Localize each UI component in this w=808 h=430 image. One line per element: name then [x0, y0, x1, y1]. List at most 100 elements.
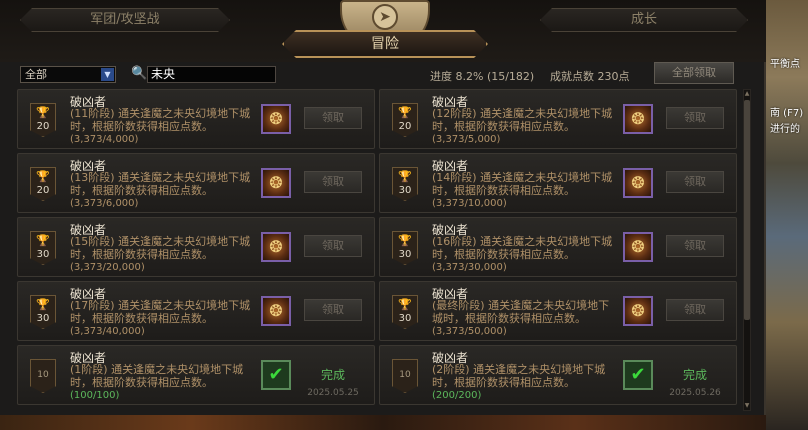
achievement-desc: (12阶段) 通关逢魔之未央幻境地下城时，根据阶数获得相应点数。	[432, 107, 613, 133]
points-badge: 🏆 30	[392, 167, 418, 201]
badge-points: 30	[36, 313, 50, 324]
scrollbar[interactable]: ▲ ▼	[743, 89, 751, 411]
achievement-progress: (3,373/40,000)	[70, 326, 145, 337]
achievement-progress: (3,373/50,000)	[432, 326, 507, 337]
compass-icon: ➤	[372, 4, 398, 30]
badge-points: 30	[398, 185, 412, 196]
points-badge: 10	[30, 359, 56, 393]
achievement-desc: (16阶段) 通关逢魔之未央幻境地下城时，根据阶数获得相应点数。	[432, 235, 613, 261]
achievement-card: 🏆 30 破凶者 (最终阶段) 通关逢魔之未央幻境地下城时，根据阶数获得相应点数。 (3…	[379, 281, 737, 341]
achievement-progress: (3,373/5,000)	[432, 134, 501, 145]
checkmark-icon: ✔	[623, 360, 653, 390]
achievement-window: 军团/攻坚战 ➤ 冒险 成长 全部 ▼ 🔍 未央 进度 8.2% (15/182…	[0, 0, 766, 430]
achievement-progress: (3,373/6,000)	[70, 198, 139, 209]
reward-icon[interactable]: ❂	[623, 168, 653, 198]
points-badge: 🏆 30	[392, 231, 418, 265]
badge-points: 30	[36, 249, 50, 260]
scroll-down-icon[interactable]: ▼	[744, 402, 750, 410]
tab-growth[interactable]: 成长	[540, 8, 748, 32]
achievement-desc: (17阶段) 通关逢魔之未央幻境地下城时，根据阶数获得相应点数。	[70, 299, 251, 325]
reward-icon[interactable]: ❂	[623, 104, 653, 134]
claim-button[interactable]: 领取	[304, 299, 362, 321]
achievement-desc: (13阶段) 通关逢魔之未央幻境地下城时，根据阶数获得相应点数。	[70, 171, 251, 197]
achievement-desc: (2阶段) 通关逢魔之未央幻境地下城时，根据阶数获得相应点数。	[432, 363, 606, 389]
badge-points: 30	[398, 313, 412, 324]
claim-button[interactable]: 领取	[304, 235, 362, 257]
completed-date: 2025.05.26	[669, 388, 721, 398]
achievement-progress: (3,373/30,000)	[432, 262, 507, 273]
achievement-card: 🏆 30 破凶者 (14阶段) 通关逢魔之未央幻境地下城时，根据阶数获得相应点数。 (3…	[379, 153, 737, 213]
badge-points: 20	[398, 121, 412, 132]
claim-button[interactable]: 领取	[666, 299, 724, 321]
trophy-icon: 🏆	[398, 298, 412, 311]
achievement-card: 🏆 20 破凶者 (13阶段) 通关逢魔之未央幻境地下城时，根据阶数获得相应点数。 (3…	[17, 153, 375, 213]
achievement-card: 🏆 20 破凶者 (11阶段) 通关逢魔之未央幻境地下城时，根据阶数获得相应点数。 (3…	[17, 89, 375, 149]
claim-all-button[interactable]: 全部领取	[654, 62, 734, 84]
trophy-icon: 🏆	[36, 170, 50, 183]
achievement-progress: (3,373/4,000)	[70, 134, 139, 145]
claim-button[interactable]: 领取	[666, 171, 724, 193]
achievement-card: 🏆 30 破凶者 (17阶段) 通关逢魔之未央幻境地下城时，根据阶数获得相应点数。 (3…	[17, 281, 375, 341]
points-badge: 🏆 20	[30, 103, 56, 137]
claim-button[interactable]: 领取	[666, 235, 724, 257]
side-text: 进行的	[770, 124, 800, 135]
claim-button[interactable]: 领取	[304, 107, 362, 129]
achievement-progress: (3,373/20,000)	[70, 262, 145, 273]
trophy-icon: 🏆	[398, 106, 412, 119]
points-label: 成就点数	[550, 70, 594, 83]
reward-icon[interactable]: ❂	[261, 168, 291, 198]
filter-dropdown[interactable]: 全部 ▼	[20, 66, 116, 83]
achievement-card: 🏆 30 破凶者 (15阶段) 通关逢魔之未央幻境地下城时，根据阶数获得相应点数。 (3…	[17, 217, 375, 277]
achievement-desc: (最终阶段) 通关逢魔之未央幻境地下城时，根据阶数获得相应点数。	[432, 299, 610, 325]
achievement-card: 🏆 20 破凶者 (12阶段) 通关逢魔之未央幻境地下城时，根据阶数获得相应点数。 (3…	[379, 89, 737, 149]
points-badge: 🏆 20	[30, 167, 56, 201]
search-input[interactable]: 未央	[147, 66, 276, 83]
tab-adventure[interactable]: 冒险	[282, 30, 488, 58]
points-badge: 🏆 30	[30, 295, 56, 329]
game-hud-strip	[0, 415, 766, 430]
trophy-icon: 🏆	[36, 298, 50, 311]
points-badge: 🏆 20	[392, 103, 418, 137]
claim-button[interactable]: 领取	[304, 171, 362, 193]
reward-icon[interactable]: ❂	[623, 296, 653, 326]
trophy-icon: 🏆	[398, 234, 412, 247]
points-badge: 10	[392, 359, 418, 393]
progress-readout: 进度 8.2% (15/182)	[430, 68, 534, 84]
side-text: 南 (F7)	[770, 108, 804, 119]
achievement-list: 🏆 20 破凶者 (11阶段) 通关逢魔之未央幻境地下城时，根据阶数获得相应点数。 (3…	[17, 89, 740, 411]
points-readout: 成就点数 230点	[550, 68, 630, 84]
chevron-down-icon[interactable]: ▼	[101, 68, 114, 81]
reward-icon[interactable]: ❂	[261, 232, 291, 262]
completed-status: 完成	[320, 368, 345, 382]
achievement-progress: (3,373/10,000)	[432, 198, 507, 209]
side-text: 平衡点	[770, 59, 800, 70]
progress-value: 8.2% (15/182)	[455, 70, 535, 83]
achievement-progress: (200/200)	[432, 390, 482, 401]
reward-icon[interactable]: ❂	[261, 296, 291, 326]
points-value: 230点	[597, 70, 630, 83]
progress-label: 进度	[430, 70, 452, 83]
completed-status: 完成	[682, 368, 707, 382]
trophy-icon: 🏆	[398, 170, 412, 183]
scroll-thumb[interactable]	[744, 100, 750, 320]
achievement-desc: (1阶段) 通关逢魔之未央幻境地下城时，根据阶数获得相应点数。	[70, 363, 244, 389]
game-background: 平衡点 南 (F7) 进行的	[766, 0, 808, 430]
trophy-icon: 🏆	[36, 106, 50, 119]
achievement-desc: (11阶段) 通关逢魔之未央幻境地下城时，根据阶数获得相应点数。	[70, 107, 251, 133]
achievement-card: 10 破凶者 (1阶段) 通关逢魔之未央幻境地下城时，根据阶数获得相应点数。 (100…	[17, 345, 375, 405]
completed-date: 2025.05.25	[307, 388, 359, 398]
search-icon: 🔍	[131, 66, 148, 81]
badge-points: 10	[37, 370, 49, 380]
trophy-icon: 🏆	[36, 234, 50, 247]
scroll-up-icon[interactable]: ▲	[744, 90, 750, 98]
claim-button[interactable]: 领取	[666, 107, 724, 129]
reward-icon[interactable]: ❂	[261, 104, 291, 134]
achievement-desc: (14阶段) 通关逢魔之未央幻境地下城时，根据阶数获得相应点数。	[432, 171, 613, 197]
achievement-progress: (100/100)	[70, 390, 120, 401]
checkmark-icon: ✔	[261, 360, 291, 390]
top-bar: 军团/攻坚战 ➤ 冒险 成长	[0, 0, 766, 62]
points-badge: 🏆 30	[30, 231, 56, 265]
badge-points: 20	[36, 185, 50, 196]
reward-icon[interactable]: ❂	[623, 232, 653, 262]
tab-legion[interactable]: 军团/攻坚战	[20, 8, 230, 32]
